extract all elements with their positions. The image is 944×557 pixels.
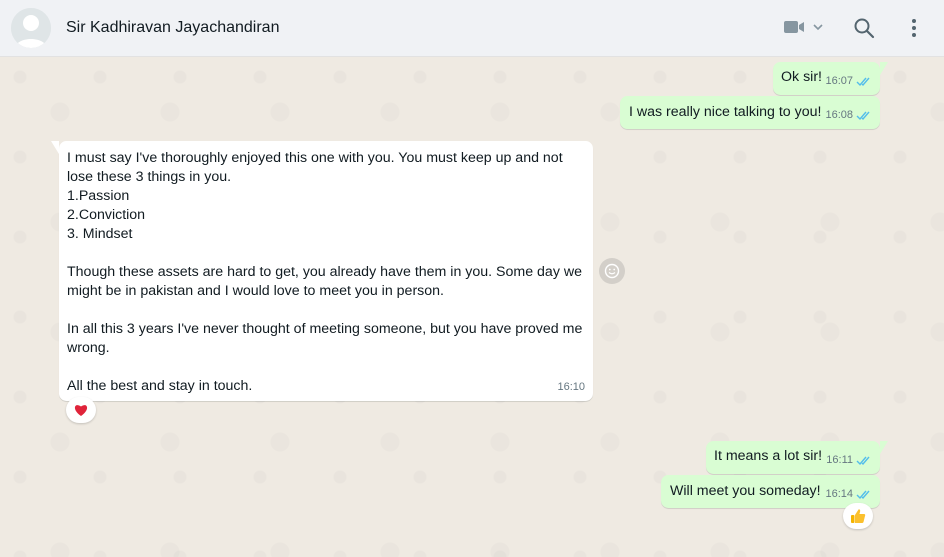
thumbs-up-icon bbox=[851, 509, 866, 523]
message-outgoing[interactable]: Will meet you someday! 16:14 bbox=[661, 475, 880, 508]
bubble-tail bbox=[51, 141, 59, 154]
video-call-icon bbox=[784, 21, 804, 33]
reaction-heart[interactable] bbox=[66, 397, 96, 423]
message-text: I must say I've thoroughly enjoyed this … bbox=[67, 150, 583, 394]
chat-header: Sir Kadhiravan Jayachandiran bbox=[0, 0, 944, 57]
message-text: It means a lot sir! bbox=[714, 448, 823, 464]
search-icon bbox=[854, 18, 875, 39]
message-outgoing[interactable]: I was really nice talking to you! 16:08 bbox=[620, 96, 880, 129]
message-incoming[interactable]: I must say I've thoroughly enjoyed this … bbox=[51, 141, 593, 401]
chat-area: Ok sir! 16:07 I was really nice talking … bbox=[0, 57, 944, 557]
message-time: 16:10 bbox=[557, 381, 585, 393]
read-ticks-icon bbox=[856, 490, 870, 500]
message-time: 16:11 bbox=[826, 454, 853, 466]
read-ticks-icon bbox=[856, 456, 870, 466]
chevron-down-icon bbox=[813, 24, 823, 31]
message-text: Will meet you someday! bbox=[670, 483, 821, 499]
heart-icon bbox=[74, 405, 88, 416]
message-meta: 16:07 bbox=[825, 72, 872, 91]
message-meta: 16:14 bbox=[825, 485, 872, 504]
menu-button[interactable] bbox=[908, 17, 920, 39]
bubble-tail bbox=[880, 441, 888, 454]
avatar-placeholder-icon bbox=[11, 8, 51, 48]
menu-icon bbox=[912, 19, 916, 37]
message-time: 16:07 bbox=[825, 75, 853, 87]
message-time: 16:08 bbox=[825, 109, 853, 121]
contact-avatar[interactable] bbox=[11, 8, 51, 48]
read-ticks-icon bbox=[856, 111, 870, 121]
message-outgoing[interactable]: Ok sir! 16:07 bbox=[773, 62, 888, 95]
message-text: I was really nice talking to you! bbox=[629, 104, 822, 120]
message-meta: 16:10 bbox=[557, 378, 585, 397]
contact-name[interactable]: Sir Kadhiravan Jayachandiran bbox=[66, 19, 279, 37]
message-text: Ok sir! bbox=[781, 69, 822, 85]
video-call-button[interactable] bbox=[784, 19, 824, 35]
search-button[interactable] bbox=[853, 17, 875, 39]
bubble-tail bbox=[880, 62, 888, 75]
message-outgoing[interactable]: It means a lot sir! 16:11 bbox=[706, 441, 888, 474]
message-meta: 16:11 bbox=[826, 451, 872, 470]
react-emoji-button[interactable] bbox=[599, 258, 625, 284]
message-meta: 16:08 bbox=[825, 106, 872, 125]
read-ticks-icon bbox=[856, 77, 870, 87]
smiley-icon bbox=[604, 263, 620, 279]
reaction-thumbs-up[interactable] bbox=[843, 503, 873, 529]
message-time: 16:14 bbox=[825, 488, 853, 500]
